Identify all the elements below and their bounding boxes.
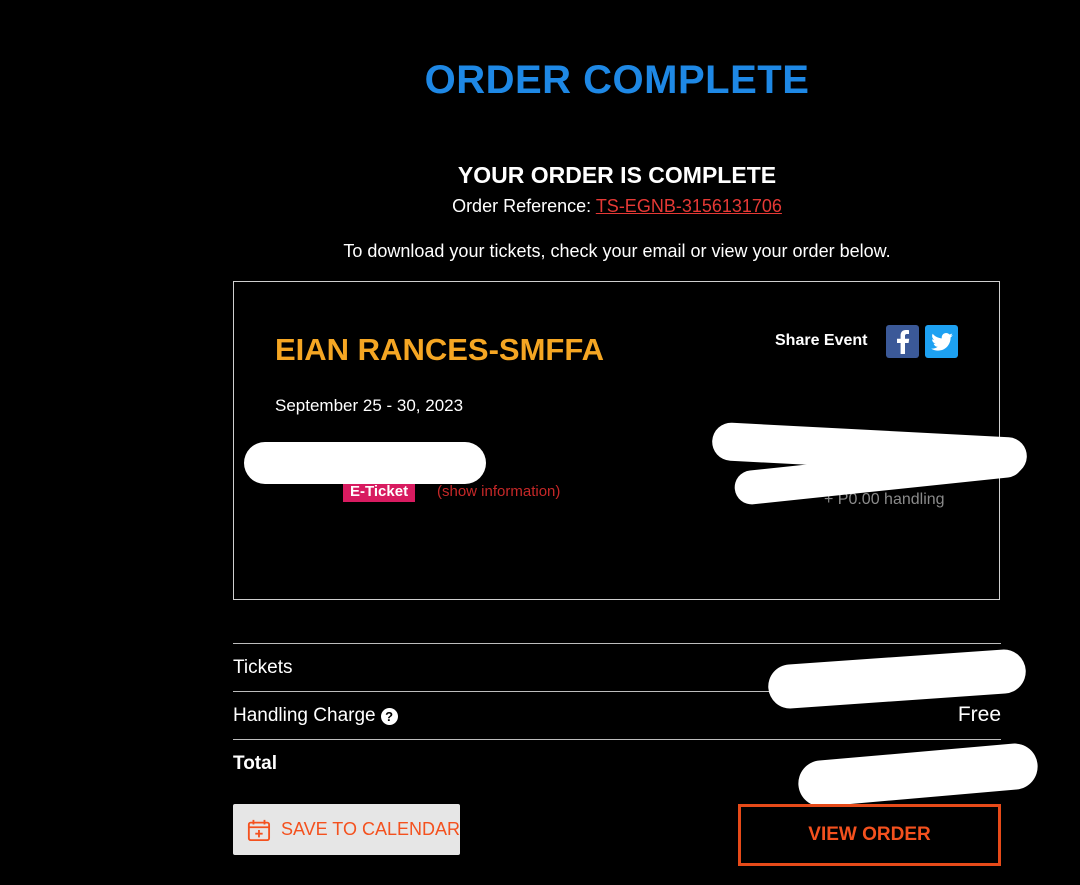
handling-charge-label-wrap: Handling Charge ? [233, 705, 398, 727]
eticket-badge: E-Ticket [343, 481, 416, 502]
handling-charge-label: Handling Charge [233, 705, 376, 726]
total-label: Total [233, 753, 277, 774]
calendar-add-icon [247, 819, 271, 841]
page-title: ORDER COMPLETE [424, 58, 810, 102]
save-to-calendar-button[interactable]: SAVE TO CALENDAR [233, 804, 460, 855]
tickets-label: Tickets [233, 657, 293, 678]
order-complete-page: ORDER COMPLETE YOUR ORDER IS COMPLETE Or… [0, 0, 1080, 885]
handling-charge-value: Free [957, 703, 1001, 726]
event-date: September 25 - 30, 2023 [275, 396, 464, 415]
event-card: EIAN RANCES-SMFFA Share Event September … [233, 281, 1028, 600]
show-information-link[interactable]: (show information) [437, 483, 560, 500]
view-order-button[interactable]: VIEW ORDER [738, 804, 1001, 866]
twitter-icon [930, 332, 953, 351]
download-instructions: To download your tickets, check your ema… [343, 241, 891, 261]
facebook-share-button[interactable] [886, 325, 919, 358]
event-title: EIAN RANCES-SMFFA [275, 332, 604, 367]
order-reference-link[interactable]: TS-EGNB-3156131706 [596, 196, 782, 216]
redaction-mark [244, 442, 486, 484]
order-reference-label: Order Reference: [452, 196, 592, 216]
help-circle-icon[interactable]: ? [380, 707, 398, 725]
view-order-label: VIEW ORDER [808, 824, 931, 845]
share-event-label: Share Event [775, 332, 868, 349]
facebook-icon [896, 329, 909, 354]
twitter-share-button[interactable] [925, 325, 958, 358]
order-reference: Order Reference: TS-EGNB-3156131706 [0, 196, 1080, 217]
save-to-calendar-label: SAVE TO CALENDAR [280, 819, 460, 839]
confirmation-heading: YOUR ORDER IS COMPLETE [457, 162, 777, 188]
